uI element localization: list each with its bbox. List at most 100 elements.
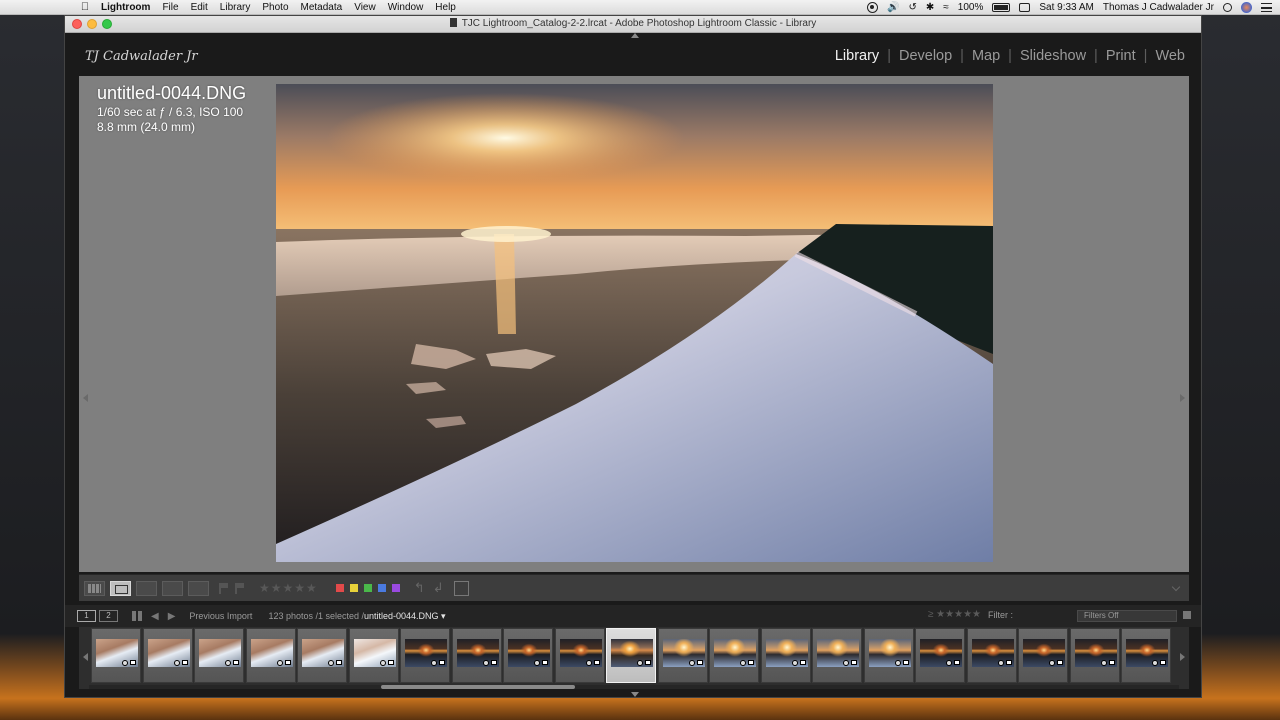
filmstrip-thumbnail[interactable]	[91, 628, 141, 683]
filmstrip-thumbnail[interactable]	[812, 628, 862, 683]
filmstrip-thumbnail[interactable]	[1121, 628, 1171, 683]
battery-icon[interactable]	[992, 3, 1011, 12]
develop-badge-icon[interactable]	[173, 660, 180, 666]
color-label-yellow[interactable]	[349, 584, 358, 592]
filmstrip-thumbnail[interactable]	[297, 628, 347, 683]
back-arrow-icon[interactable]: ◀	[151, 611, 159, 622]
develop-badge-icon[interactable]	[482, 660, 489, 666]
menu-view[interactable]: View	[354, 2, 376, 13]
primary-display-button[interactable]: 1	[77, 610, 96, 622]
filmstrip-scroll-left-icon[interactable]	[83, 653, 88, 661]
develop-badge-icon[interactable]	[122, 660, 128, 666]
menubar-clock[interactable]: Sat 9:33 AM	[1039, 2, 1093, 13]
toolbar-content-chevron-icon[interactable]	[1171, 582, 1181, 592]
filmstrip-thumbnail[interactable]	[915, 628, 965, 683]
module-library[interactable]: Library	[835, 48, 879, 64]
filmstrip[interactable]	[79, 627, 1189, 689]
metadata-badge-icon[interactable]	[336, 660, 342, 665]
filmstrip-count[interactable]: 123 photos /1 selected /untitled-0044.DN…	[268, 611, 445, 622]
pick-flag-icon[interactable]	[219, 582, 229, 594]
metadata-badge-icon[interactable]	[387, 660, 394, 665]
metadata-badge-icon[interactable]	[181, 660, 188, 665]
bluetooth-icon[interactable]: ✱	[926, 2, 934, 13]
develop-badge-icon[interactable]	[328, 660, 334, 666]
filmstrip-thumbnail[interactable]	[400, 628, 450, 683]
menu-photo[interactable]: Photo	[262, 2, 288, 13]
filter-rating-stars[interactable]: ≥ ★★★★★	[928, 609, 981, 620]
develop-badge-icon[interactable]	[379, 660, 386, 666]
menu-file[interactable]: File	[162, 2, 178, 13]
bottom-panel-toggle-icon[interactable]	[631, 692, 639, 697]
menu-metadata[interactable]: Metadata	[301, 2, 343, 13]
module-print[interactable]: Print	[1106, 48, 1136, 64]
module-web[interactable]: Web	[1155, 48, 1185, 64]
menu-app-name[interactable]: Lightroom	[101, 2, 150, 13]
module-develop[interactable]: Develop	[899, 48, 952, 64]
filmstrip-thumbnail[interactable]	[503, 628, 553, 683]
people-view-button[interactable]	[188, 580, 209, 596]
filmstrip-thumbnail[interactable]	[966, 628, 1017, 683]
crop-overlay-icon[interactable]	[453, 580, 469, 596]
filmstrip-thumbnail[interactable]	[348, 628, 399, 683]
color-label-red[interactable]	[335, 584, 344, 592]
metadata-badge-icon[interactable]	[1057, 660, 1063, 665]
filmstrip-thumbnail[interactable]	[760, 628, 811, 683]
filmstrip-thumbnail[interactable]	[1018, 628, 1068, 683]
volume-icon[interactable]: 🔊	[887, 2, 899, 13]
menu-library[interactable]: Library	[220, 2, 251, 13]
metadata-badge-icon[interactable]	[490, 660, 497, 665]
secondary-display-button[interactable]: 2	[99, 610, 118, 622]
loupe-view[interactable]: untitled-0044.DNG 1/60 sec at ƒ / 6.3, I…	[79, 76, 1189, 572]
filter-lock-icon[interactable]	[1183, 611, 1191, 619]
filmstrip-thumbnail[interactable]	[709, 628, 759, 683]
rating-stars[interactable]: ★★★★★	[259, 581, 318, 595]
grid-jump-icon[interactable]	[132, 611, 142, 621]
develop-badge-icon[interactable]	[276, 660, 283, 666]
develop-badge-icon[interactable]	[688, 660, 695, 666]
filmstrip-scrollbar-track[interactable]	[89, 685, 1179, 689]
survey-view-button[interactable]	[162, 580, 183, 596]
metadata-badge-icon[interactable]	[954, 660, 960, 665]
loupe-view-button[interactable]	[110, 580, 131, 596]
display-icon[interactable]	[1019, 3, 1031, 12]
develop-badge-icon[interactable]	[997, 660, 1004, 666]
apple-menu-icon[interactable]: 	[78, 1, 92, 13]
develop-badge-icon[interactable]	[585, 660, 592, 666]
compare-view-button[interactable]	[136, 580, 157, 596]
metadata-badge-icon[interactable]	[851, 660, 857, 665]
metadata-badge-icon[interactable]	[696, 660, 703, 665]
filmstrip-thumbnail[interactable]	[606, 628, 656, 683]
menu-window[interactable]: Window	[388, 2, 424, 13]
siri-icon[interactable]	[1241, 2, 1252, 13]
menubar-user[interactable]: Thomas J Cadwalader Jr	[1103, 2, 1214, 13]
develop-badge-icon[interactable]	[740, 660, 746, 666]
color-label-blue[interactable]	[377, 584, 386, 592]
rotate-right-icon[interactable]: ↲	[433, 580, 444, 596]
metadata-badge-icon[interactable]	[439, 660, 445, 665]
develop-badge-icon[interactable]	[225, 660, 231, 666]
metadata-badge-icon[interactable]	[902, 660, 909, 665]
metadata-badge-icon[interactable]	[593, 660, 600, 665]
metadata-badge-icon[interactable]	[645, 660, 651, 665]
notification-center-icon[interactable]	[1261, 3, 1272, 12]
metadata-badge-icon[interactable]	[1160, 660, 1166, 665]
filmstrip-thumbnail[interactable]	[142, 628, 193, 683]
right-panel-toggle-icon[interactable]	[1180, 394, 1185, 402]
filmstrip-thumbnail[interactable]	[863, 628, 914, 683]
develop-badge-icon[interactable]	[791, 660, 798, 666]
module-slideshow[interactable]: Slideshow	[1020, 48, 1086, 64]
menu-edit[interactable]: Edit	[191, 2, 208, 13]
filmstrip-thumbnail[interactable]	[245, 628, 296, 683]
wifi-icon[interactable]: ≈	[943, 2, 949, 13]
color-label-purple[interactable]	[391, 584, 400, 592]
filmstrip-thumbnail[interactable]	[451, 628, 502, 683]
develop-badge-icon[interactable]	[1100, 660, 1107, 666]
metadata-badge-icon[interactable]	[1108, 660, 1115, 665]
time-machine-icon[interactable]: ↺	[909, 2, 917, 13]
filmstrip-source[interactable]: Previous Import	[189, 611, 252, 621]
top-panel-toggle-icon[interactable]	[631, 33, 639, 38]
module-map[interactable]: Map	[972, 48, 1000, 64]
filmstrip-thumbnail[interactable]	[554, 628, 605, 683]
reject-flag-icon[interactable]	[235, 582, 245, 594]
identity-plate[interactable]: TJ Cadwalader Jr	[85, 49, 198, 64]
